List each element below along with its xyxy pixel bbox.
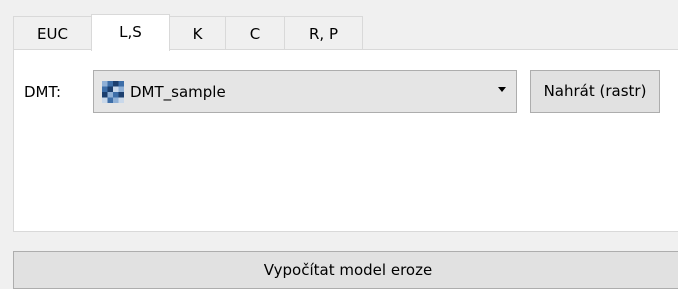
tab-pane-ls: DMT: DMT_sample Nahrát (rastr) <box>13 49 678 232</box>
tab-ls[interactable]: L,S <box>91 14 170 51</box>
dmt-layer-combobox[interactable]: DMT_sample <box>93 70 517 113</box>
tab-rp[interactable]: R, P <box>284 16 363 50</box>
tab-k[interactable]: K <box>170 16 225 50</box>
tab-bar: EUC L,S K C R, P <box>13 14 363 51</box>
tab-euc[interactable]: EUC <box>13 16 91 50</box>
load-raster-button[interactable]: Nahrát (rastr) <box>530 70 660 113</box>
chevron-down-icon[interactable] <box>498 87 506 92</box>
compute-erosion-model-button[interactable]: Vypočítat model eroze <box>13 251 678 289</box>
dmt-label: DMT: <box>24 83 62 101</box>
tab-c[interactable]: C <box>225 16 284 50</box>
raster-layer-icon <box>102 80 124 103</box>
dmt-layer-value: DMT_sample <box>130 82 226 101</box>
